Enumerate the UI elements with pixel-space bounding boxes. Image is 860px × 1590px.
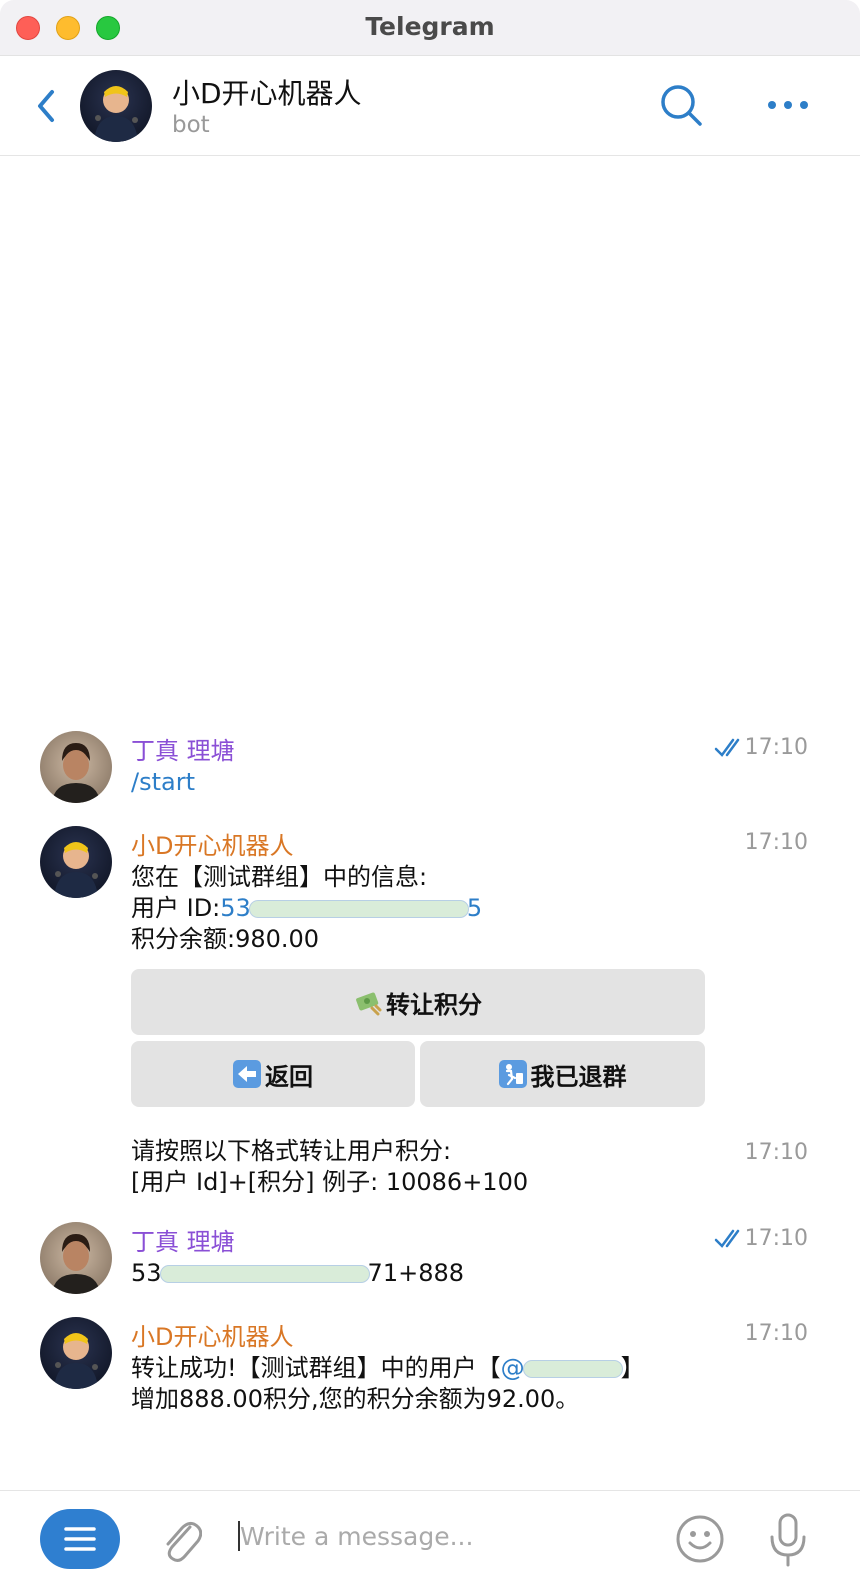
microphone-icon xyxy=(770,1513,806,1567)
menu-icon xyxy=(64,1527,96,1551)
message-line: 您在【测试群组】中的信息: xyxy=(131,863,428,891)
message-text: 请按照以下格式转让用户积分: [用户 Id]+[积分] 例子: 10086+10… xyxy=(131,1136,731,1198)
button-label: 转让积分 xyxy=(386,990,482,1019)
trash-person-icon xyxy=(498,1060,527,1088)
chat-name: 小D开心机器人 xyxy=(172,77,362,110)
message-text: 53 71+888 xyxy=(131,1259,465,1287)
bot-avatar[interactable] xyxy=(80,70,152,142)
window-title: Telegram xyxy=(365,12,495,41)
button-label: 返回 xyxy=(265,1062,313,1091)
back-button[interactable] xyxy=(30,84,66,128)
message-sender[interactable]: 小D开心机器人 xyxy=(131,1317,293,1352)
composer xyxy=(0,1490,860,1590)
left-group-button[interactable]: 我已退群 xyxy=(420,1041,705,1107)
emoji-icon xyxy=(676,1515,724,1563)
bot-avatar[interactable] xyxy=(40,826,112,898)
message-sender[interactable]: 小D开心机器人 xyxy=(131,826,293,861)
more-button[interactable] xyxy=(766,90,810,120)
user-avatar[interactable] xyxy=(40,731,112,803)
voice-button[interactable] xyxy=(766,1511,810,1569)
button-label: 我已退群 xyxy=(530,1062,627,1091)
redaction xyxy=(522,1360,623,1378)
emoji-button[interactable] xyxy=(674,1513,726,1565)
redaction xyxy=(248,900,469,918)
message-text: 转让成功!【测试群组】中的用户【@】 增加888.00积分,您的积分余额为92.… xyxy=(131,1353,731,1415)
message-line: 积分余额:980.00 xyxy=(131,925,320,953)
message-sender[interactable]: 丁真 理塘 xyxy=(131,1222,235,1257)
user-mention-link[interactable]: @ xyxy=(501,1354,623,1382)
telegram-window: Telegram 小D开心机器人 bot 丁真 理塘 /start 17:10 … xyxy=(0,0,860,1590)
user-avatar[interactable] xyxy=(40,1222,112,1294)
more-icon xyxy=(768,101,808,109)
chat-status: bot xyxy=(172,112,210,138)
message-time: 17:10 xyxy=(744,1321,808,1346)
message-input[interactable] xyxy=(240,1513,650,1559)
message-line: 增加888.00积分,您的积分余额为92.00。 xyxy=(131,1385,580,1413)
message-time: 17:10 xyxy=(744,1226,808,1251)
search-icon xyxy=(661,85,702,126)
message-line: 转让成功!【测试群组】中的用户【@】 xyxy=(131,1354,645,1382)
attach-button[interactable] xyxy=(158,1513,203,1565)
paperclip-icon xyxy=(166,1521,203,1562)
message-line: [用户 Id]+[积分] 例子: 10086+100 xyxy=(131,1168,529,1196)
command-link[interactable]: /start xyxy=(131,768,195,796)
bot-menu-button[interactable] xyxy=(40,1509,120,1569)
title-bar: Telegram xyxy=(0,0,860,56)
message-text: 您在【测试群组】中的信息: 用户 ID:53 5 积分余额:980.00 xyxy=(131,862,731,955)
money-icon xyxy=(354,988,382,1016)
user-id-link[interactable]: 53 5 xyxy=(220,894,482,922)
message-time: 17:10 xyxy=(744,830,808,855)
transfer-points-button[interactable]: 转让积分 xyxy=(131,969,705,1035)
chevron-left-icon xyxy=(38,90,54,122)
redaction xyxy=(159,1265,370,1283)
back-keyboard-button[interactable]: 返回 xyxy=(131,1041,415,1107)
chat-header: 小D开心机器人 bot xyxy=(0,56,860,156)
user-id-label: 用户 ID: xyxy=(131,894,221,922)
message-line: 用户 ID:53 5 xyxy=(131,893,731,924)
message-text: /start xyxy=(131,767,195,798)
message-time: 17:10 xyxy=(744,1140,808,1165)
bot-avatar[interactable] xyxy=(40,1317,112,1389)
message-sender[interactable]: 丁真 理塘 xyxy=(131,731,235,766)
search-button[interactable] xyxy=(658,82,706,130)
message-line: 请按照以下格式转让用户积分: xyxy=(131,1137,452,1165)
message-time: 17:10 xyxy=(744,735,808,760)
left-arrow-icon xyxy=(233,1060,261,1088)
